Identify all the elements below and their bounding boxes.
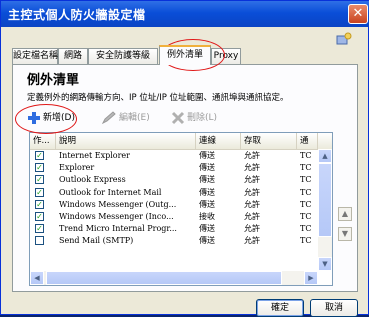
tab-exception-list[interactable]: 例外清單 xyxy=(159,45,211,65)
row-enabled-checkbox[interactable]: ✓ xyxy=(35,163,44,173)
row-description: Trend Micro Internal Progr... xyxy=(59,224,177,234)
column-header-access[interactable]: 存取 xyxy=(241,133,297,149)
edit-button[interactable]: 編輯(E) xyxy=(101,109,150,127)
firewall-profile-window: 主控式個人防火牆設定檔 ✕ 設定檔名稱 網路 安全防護等級 例外清單 Proxy… xyxy=(0,0,369,317)
row-enabled-checkbox[interactable]: ✓ xyxy=(35,175,44,185)
row-direction: 傳送 xyxy=(199,175,215,185)
tab-security-level[interactable]: 安全防護等級 xyxy=(88,48,158,64)
scroll-up-button[interactable]: ▲ xyxy=(318,149,332,163)
row-direction: 傳送 xyxy=(199,199,215,209)
cancel-button[interactable]: 取消 xyxy=(310,299,358,317)
row-protocol: TC xyxy=(300,175,312,185)
row-protocol: TC xyxy=(300,187,312,197)
table-row[interactable]: ✓ Windows Messenger (Outg... 傳送 允許 TC xyxy=(30,199,318,211)
vertical-scrollbar[interactable]: ▲ ▼ xyxy=(318,149,332,271)
edit-label: 編輯(E) xyxy=(119,113,150,123)
move-up-button[interactable]: ▲ xyxy=(338,207,352,221)
pencil-icon xyxy=(101,110,116,124)
row-protocol: TC xyxy=(300,151,312,160)
delete-x-icon xyxy=(171,111,185,124)
row-enabled-checkbox[interactable]: ✓ xyxy=(35,224,44,234)
row-access: 允許 xyxy=(244,163,260,173)
row-description: Windows Messenger (Outg... xyxy=(59,199,177,209)
window-title: 主控式個人防火牆設定檔 xyxy=(8,8,146,22)
ok-button[interactable]: 確定 xyxy=(256,299,304,317)
row-access: 允許 xyxy=(244,199,260,209)
exception-list[interactable]: 作... 說明 連線 存取 通 ✓ Internet Explorer 傳送 允許 TC… xyxy=(29,132,333,286)
highlight-circle-add-button xyxy=(15,104,77,134)
table-row[interactable]: ✓ Outlook for Internet Mail 傳送 允許 TC xyxy=(30,187,318,199)
row-access: 允許 xyxy=(244,175,260,185)
row-direction: 傳送 xyxy=(199,151,215,160)
row-description: Outlook Express xyxy=(59,175,126,185)
row-enabled-checkbox[interactable]: ✓ xyxy=(35,199,44,209)
row-protocol: TC xyxy=(300,212,312,221)
row-description: Send Mail (SMTP) xyxy=(59,236,134,246)
column-header-protocol[interactable]: 通 xyxy=(297,133,318,149)
help-wizard-icon[interactable] xyxy=(336,32,352,46)
row-description: Explorer xyxy=(59,163,95,173)
column-header-direction[interactable]: 連線 xyxy=(196,133,241,149)
delete-button[interactable]: 刪除(L) xyxy=(171,109,217,127)
column-header-description[interactable]: 說明 xyxy=(56,133,196,149)
row-protocol: TC xyxy=(300,224,312,234)
tab-strip: 設定檔名稱 網路 安全防護等級 例外清單 Proxy xyxy=(12,45,352,65)
panel-description: 定義例外的網路傳輸方向、IP 位址/IP 位址範圍、通訊埠與通訊協定。 xyxy=(27,93,289,103)
scroll-left-button[interactable]: ◀ xyxy=(30,271,44,285)
list-header: 作... 說明 連線 存取 通 xyxy=(30,133,332,150)
table-row[interactable]: ✓ Internet Explorer 傳送 允許 TC xyxy=(30,150,318,162)
table-row[interactable]: ✓ Windows Messenger (Inco... 接收 允許 TC xyxy=(30,211,318,223)
title-bar[interactable]: 主控式個人防火牆設定檔 ✕ xyxy=(1,1,369,27)
panel-heading: 例外清單 xyxy=(27,73,80,88)
row-direction: 傳送 xyxy=(199,236,215,246)
row-access: 允許 xyxy=(244,224,260,234)
row-direction: 傳送 xyxy=(199,163,215,173)
tab-network[interactable]: 網路 xyxy=(58,48,88,64)
row-protocol: TC xyxy=(300,236,312,246)
row-enabled-checkbox[interactable]: ✓ xyxy=(35,187,44,197)
row-direction: 接收 xyxy=(199,212,215,221)
row-enabled-checkbox[interactable] xyxy=(35,236,44,246)
row-protocol: TC xyxy=(300,199,312,209)
column-header-action[interactable]: 作... xyxy=(30,133,56,149)
vertical-scroll-thumb[interactable] xyxy=(318,163,332,237)
row-access: 允許 xyxy=(244,212,260,221)
row-description: Windows Messenger (Inco... xyxy=(59,212,174,221)
table-row[interactable]: Send Mail (SMTP) 傳送 允許 TC xyxy=(30,235,318,247)
row-description: Internet Explorer xyxy=(59,151,130,160)
row-enabled-checkbox[interactable]: ✓ xyxy=(35,212,44,221)
row-access: 允許 xyxy=(244,236,260,246)
table-row[interactable]: ✓ Explorer 傳送 允許 TC xyxy=(30,162,318,174)
scroll-down-button[interactable]: ▼ xyxy=(318,257,332,271)
exception-list-panel: 例外清單 定義例外的網路傳輸方向、IP 位址/IP 位址範圍、通訊埠與通訊協定。… xyxy=(12,64,358,292)
delete-label: 刪除(L) xyxy=(187,113,218,123)
tab-profile-name[interactable]: 設定檔名稱 xyxy=(12,48,58,64)
table-row[interactable]: ✓ Outlook Express 傳送 允許 TC xyxy=(30,174,318,186)
close-button[interactable]: ✕ xyxy=(348,4,368,24)
horizontal-scroll-thumb[interactable] xyxy=(46,271,282,285)
row-description: Outlook for Internet Mail xyxy=(59,187,162,197)
row-enabled-checkbox[interactable]: ✓ xyxy=(35,151,44,160)
scroll-right-button[interactable]: ▶ xyxy=(304,271,318,285)
row-direction: 傳送 xyxy=(199,224,215,234)
horizontal-scrollbar[interactable]: ◀ ▶ xyxy=(30,271,318,285)
table-row[interactable]: ✓ Trend Micro Internal Progr... 傳送 允許 TC xyxy=(30,223,318,235)
row-access: 允許 xyxy=(244,151,260,160)
row-protocol: TC xyxy=(300,163,312,173)
row-direction: 傳送 xyxy=(199,187,215,197)
row-access: 允許 xyxy=(244,187,260,197)
move-down-button[interactable]: ▼ xyxy=(338,227,352,241)
